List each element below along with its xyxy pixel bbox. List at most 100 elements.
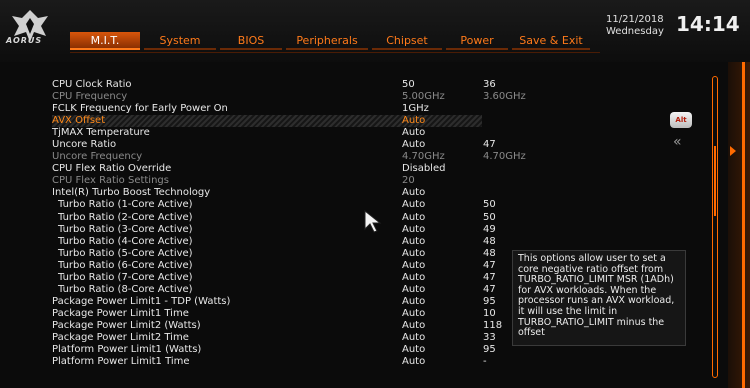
mouse-cursor-icon (364, 210, 382, 233)
setting-current: - (483, 356, 487, 368)
settings-row[interactable]: CPU Clock Ratio 50 36 (52, 79, 512, 91)
setting-value[interactable]: Auto (402, 199, 425, 211)
setting-current: 33 (483, 331, 496, 343)
setting-value[interactable]: Auto (402, 296, 425, 308)
setting-label: Platform Power Limit1 Time (52, 356, 190, 368)
setting-label: CPU Flex Ratio Settings (52, 175, 169, 187)
setting-label: AVX Offset (52, 115, 106, 127)
setting-value: 5.00GHz (402, 91, 445, 103)
setting-label: Intel(R) Turbo Boost Technology (52, 187, 211, 199)
setting-current: 3.60GHz (483, 91, 526, 103)
scrollbar-track[interactable] (712, 76, 718, 378)
setting-current: 4.70GHz (483, 151, 526, 163)
settings-row[interactable]: Turbo Ratio (3-Core Active) Auto 49 (52, 224, 512, 236)
setting-label: CPU Flex Ratio Override (52, 163, 172, 175)
setting-label: CPU Frequency (52, 91, 128, 103)
settings-row[interactable]: CPU Flex Ratio Override Disabled (52, 163, 512, 175)
setting-value[interactable]: Auto (402, 187, 425, 199)
settings-row[interactable]: Turbo Ratio (6-Core Active) Auto 47 (52, 260, 512, 272)
tab-save-exit[interactable]: Save & Exit (512, 32, 590, 50)
setting-current: 49 (483, 223, 496, 235)
setting-value[interactable]: Auto (402, 127, 425, 139)
settings-row[interactable]: Package Power Limit1 Time Auto 10 (52, 308, 512, 320)
setting-value[interactable]: Auto (402, 236, 425, 248)
main-tabs: M.I.T. System BIOS Peripherals Chipset P… (70, 32, 594, 52)
setting-label: Turbo Ratio (3-Core Active) (58, 223, 193, 235)
brand-name: AORUS (6, 36, 43, 45)
tab-power[interactable]: Power (446, 32, 508, 50)
settings-row[interactable]: Platform Power Limit1 Time Auto - (52, 356, 512, 368)
setting-value[interactable]: Disabled (402, 163, 445, 175)
setting-value[interactable]: 1GHz (402, 103, 429, 115)
setting-label: Turbo Ratio (1-Core Active) (58, 199, 193, 211)
setting-value[interactable]: Auto (402, 115, 425, 127)
setting-value[interactable]: Auto (402, 320, 425, 332)
settings-row[interactable]: Package Power Limit2 Time Auto 33 (52, 332, 512, 344)
settings-row[interactable]: Platform Power Limit1 (Watts) Auto 95 (52, 344, 512, 356)
setting-label: Turbo Ratio (4-Core Active) (58, 235, 193, 247)
setting-current: 48 (483, 235, 496, 247)
setting-value[interactable]: Auto (402, 212, 425, 224)
tab-bios[interactable]: BIOS (220, 32, 282, 50)
setting-value: 4.70GHz (402, 151, 445, 163)
setting-value[interactable]: Auto (402, 260, 425, 272)
setting-label: CPU Clock Ratio (52, 79, 132, 90)
setting-current: 36 (483, 79, 496, 90)
date-text: 11/21/2018 (606, 14, 664, 25)
setting-value[interactable]: Auto (402, 356, 425, 368)
setting-label: Package Power Limit2 (Watts) (52, 319, 201, 331)
settings-row[interactable]: Intel(R) Turbo Boost Technology Auto (52, 187, 512, 199)
setting-label: Package Power Limit1 Time (52, 307, 189, 319)
settings-row[interactable]: Turbo Ratio (7-Core Active) Auto 47 (52, 272, 512, 284)
help-panel: This options allow user to set a core ne… (512, 250, 686, 346)
header-bar: AORUS M.I.T. System BIOS Peripherals Chi… (0, 0, 750, 62)
setting-value[interactable]: Auto (402, 248, 425, 260)
setting-value[interactable]: Auto (402, 332, 425, 344)
setting-value[interactable]: 50 (402, 79, 415, 91)
setting-value: 20 (402, 175, 415, 187)
setting-value[interactable]: Auto (402, 139, 425, 151)
setting-value[interactable]: Auto (402, 284, 425, 296)
settings-row: Uncore Frequency 4.70GHz 4.70GHz (52, 151, 526, 163)
settings-row[interactable]: Turbo Ratio (1-Core Active) Auto 50 (52, 199, 512, 211)
settings-row[interactable]: Turbo Ratio (2-Core Active) Auto 50 (52, 212, 512, 224)
setting-value[interactable]: Auto (402, 224, 425, 236)
settings-row[interactable]: Uncore Ratio Auto 47 (52, 139, 512, 151)
setting-label: Package Power Limit1 - TDP (Watts) (52, 295, 231, 307)
side-panel-expand-icon[interactable] (730, 146, 736, 156)
settings-row[interactable]: FCLK Frequency for Early Power On 1GHz (52, 103, 512, 115)
setting-value[interactable]: Auto (402, 272, 425, 284)
settings-row[interactable]: Turbo Ratio (4-Core Active) Auto 48 (52, 236, 512, 248)
setting-label: FCLK Frequency for Early Power On (52, 103, 228, 115)
tab-system[interactable]: System (144, 32, 216, 50)
tab-mit[interactable]: M.I.T. (70, 32, 140, 50)
setting-current: 48 (483, 247, 496, 259)
setting-current: 47 (483, 139, 496, 151)
settings-row-selected[interactable]: AVX Offset Auto (52, 115, 482, 128)
side-panel-bar (742, 62, 745, 388)
alt-button[interactable]: Alt (670, 112, 692, 128)
settings-row[interactable]: Turbo Ratio (8-Core Active) Auto 47 (52, 284, 512, 296)
setting-current: 118 (483, 319, 503, 331)
collapse-arrows-icon[interactable]: « (673, 134, 681, 150)
settings-row[interactable]: Turbo Ratio (5-Core Active) Auto 48 (52, 248, 512, 260)
tab-peripherals[interactable]: Peripherals (286, 32, 368, 50)
scrollbar-thumb[interactable] (714, 146, 716, 216)
setting-value[interactable]: Auto (402, 308, 425, 320)
settings-row: CPU Flex Ratio Settings 20 (52, 175, 512, 187)
settings-row[interactable]: Package Power Limit2 (Watts) Auto 118 (52, 320, 512, 332)
setting-label: Uncore Frequency (52, 151, 143, 163)
settings-row[interactable]: Package Power Limit1 - TDP (Watts) Auto 95 (52, 296, 512, 308)
setting-label: Turbo Ratio (7-Core Active) (58, 271, 193, 283)
setting-label: Uncore Ratio (52, 139, 117, 151)
setting-label: Package Power Limit2 Time (52, 331, 189, 343)
setting-current: 10 (483, 307, 496, 319)
tab-chipset[interactable]: Chipset (372, 32, 442, 50)
settings-row[interactable]: TjMAX Temperature Auto (52, 127, 512, 139)
tab-divider (70, 52, 600, 53)
setting-current: 50 (483, 211, 496, 223)
setting-value[interactable]: Auto (402, 344, 425, 356)
setting-label: Turbo Ratio (6-Core Active) (58, 259, 193, 271)
setting-current: 95 (483, 295, 496, 307)
settings-list: CPU Clock Ratio 50 36 CPU Frequency 5.00GHz… (52, 79, 526, 368)
